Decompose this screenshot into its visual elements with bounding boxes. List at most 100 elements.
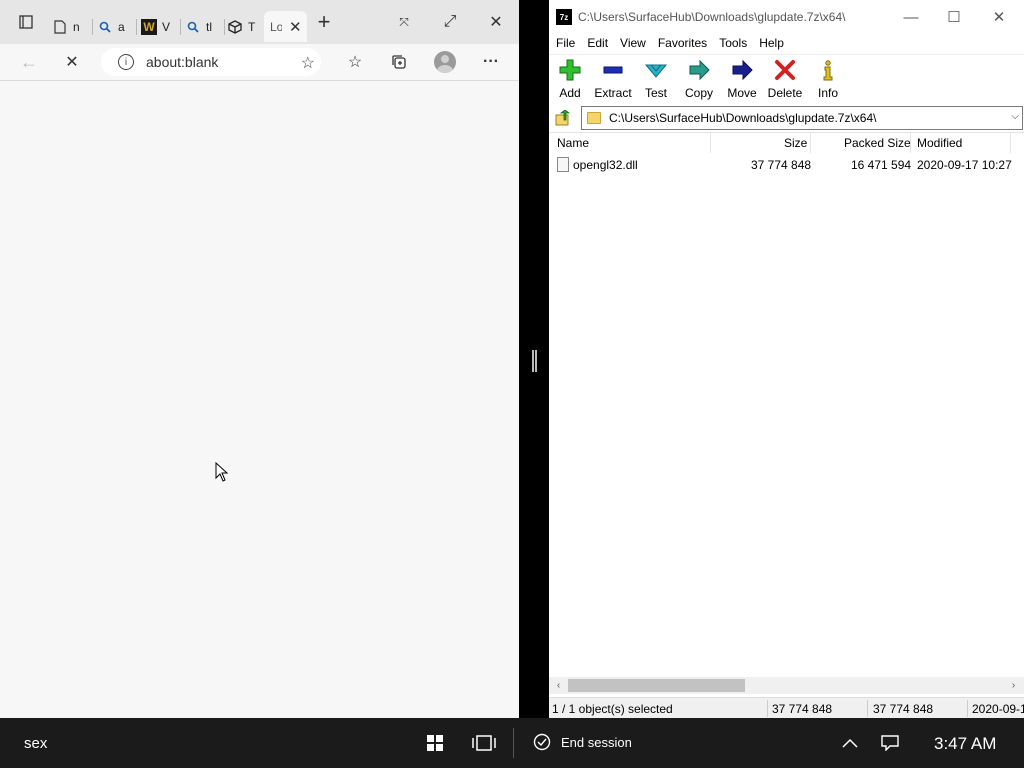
tab-strip: n a W V tl T Lo ✕ + ⤧ ⤢ ✕ [0,0,519,44]
tab-4[interactable]: tl [185,11,223,42]
info-label: Info [817,86,838,100]
scroll-thumb[interactable] [568,679,745,692]
maximize-icon: ☐ [947,9,961,26]
address-bar[interactable]: i about:blank ☆ [101,48,321,76]
delete-button[interactable]: Delete [764,58,806,102]
taskbar-divider [513,728,514,758]
menu-view[interactable]: View [614,36,652,50]
column-packed-size[interactable]: Packed Size [844,136,911,150]
scroll-right-icon[interactable]: › [1005,678,1022,693]
tab-label: a [118,19,125,34]
up-folder-icon [555,110,571,126]
up-folder-button[interactable] [553,108,573,128]
path-text[interactable]: C:\Users\SurfaceHub\Downloads\glupdate.7… [609,111,876,125]
start-button[interactable] [423,731,447,755]
new-tab-button[interactable]: + [310,8,338,36]
horizontal-scrollbar[interactable]: ‹ › [549,677,1024,694]
search-icon [185,19,201,35]
collections-button[interactable] [385,48,413,76]
menu-tools[interactable]: Tools [713,36,753,50]
add-favorite-icon[interactable]: ☆ [301,53,315,73]
column-divider[interactable] [910,133,911,153]
search-icon [97,19,113,35]
tab-divider [180,19,181,35]
tab-label: tl [206,19,212,34]
favorites-button[interactable]: ☆ [341,48,369,76]
title-bar[interactable]: 7z C:\Users\SurfaceHub\Downloads\glupdat… [549,0,1024,33]
tab-active[interactable]: Lo ✕ [264,11,307,42]
move-button[interactable]: Move [721,58,763,102]
info-icon[interactable]: i [118,54,134,70]
close-window-button[interactable]: ✕ [482,8,510,36]
menu-favorites[interactable]: Favorites [652,36,713,50]
chevron-down-icon[interactable]: ⌵ [1011,111,1019,122]
copy-button[interactable]: Copy [678,58,720,102]
plus-icon [558,58,582,82]
restore-button[interactable]: ⤧ [390,8,418,36]
column-divider[interactable] [1010,133,1011,153]
show-hidden-icons-button[interactable] [838,731,862,755]
scroll-left-icon[interactable]: ‹ [550,678,567,693]
w-logo-icon: W [141,18,157,35]
clock[interactable]: 3:47 AM [934,734,996,754]
notifications-button[interactable] [878,731,902,755]
tab-divider [92,19,93,35]
column-name[interactable]: Name [557,136,589,150]
info-button[interactable]: Info [807,58,849,102]
column-divider[interactable] [810,133,811,153]
settings-menu-button[interactable]: ··· [477,48,505,76]
status-selected: 1 / 1 object(s) selected [552,702,673,716]
menu-help[interactable]: Help [753,36,790,50]
task-view-button[interactable] [472,731,496,755]
tab-actions-button[interactable] [12,8,40,36]
close-icon: ✕ [65,54,79,71]
menu-bar: File Edit View Favorites Tools Help [549,33,1024,53]
column-size[interactable]: Size [784,136,807,150]
maximize-button[interactable]: ☐ [934,4,974,30]
column-divider[interactable] [710,133,711,153]
close-button[interactable]: ✕ [979,4,1019,30]
avatar [434,51,456,73]
path-combobox[interactable]: C:\Users\SurfaceHub\Downloads\glupdate.7… [581,106,1023,130]
browser-content[interactable] [0,81,519,718]
menu-file[interactable]: File [550,36,581,50]
profile-button[interactable] [431,48,459,76]
table-row[interactable]: opengl32.dll 37 774 848 16 471 594 2020-… [549,155,1024,175]
back-button[interactable]: ← [15,48,43,76]
sevenzip-window: 7z C:\Users\SurfaceHub\Downloads\glupdat… [549,0,1024,718]
minimize-button[interactable]: — [891,4,931,30]
desktop-screen: n a W V tl T Lo ✕ + ⤧ ⤢ ✕ ← ✕ i about:bl… [0,0,1024,768]
minus-icon [601,58,625,82]
message-icon [881,735,899,751]
collections-icon [392,55,406,69]
end-session-button[interactable]: End session [533,733,632,751]
delete-x-icon [773,58,797,82]
close-icon: ✕ [489,14,503,31]
delete-label: Delete [767,86,803,100]
tab-2[interactable]: a [97,11,135,42]
status-divider [767,700,768,717]
close-tab-icon[interactable]: ✕ [289,18,302,36]
sevenzip-app-icon: 7z [556,9,572,25]
test-button[interactable]: Test [635,58,677,102]
file-list[interactable]: Name Size Packed Size Modified opengl32.… [549,132,1024,677]
divider-handle[interactable] [532,350,537,372]
tab-1[interactable]: n [52,11,92,42]
maximize-button[interactable]: ⤢ [436,8,464,36]
menu-edit[interactable]: Edit [581,36,614,50]
tab-5[interactable]: T [227,11,263,42]
dll-file-icon [557,157,569,172]
column-modified[interactable]: Modified [917,136,962,150]
extract-button[interactable]: Extract [592,58,634,102]
tab-label: T [248,19,256,34]
add-button[interactable]: Add [549,58,591,102]
tab-3[interactable]: W V [141,11,179,42]
status-size: 37 774 848 [772,702,833,716]
test-label: Test [644,86,667,100]
expand-icon: ⤢ [443,13,457,30]
taskbar-label: sex [24,735,48,752]
path-row: C:\Users\SurfaceHub\Downloads\glupdate.7… [549,105,1024,130]
copy-arrow-icon [687,58,711,82]
stop-button[interactable]: ✕ [58,48,86,76]
address-text[interactable]: about:blank [146,54,218,70]
